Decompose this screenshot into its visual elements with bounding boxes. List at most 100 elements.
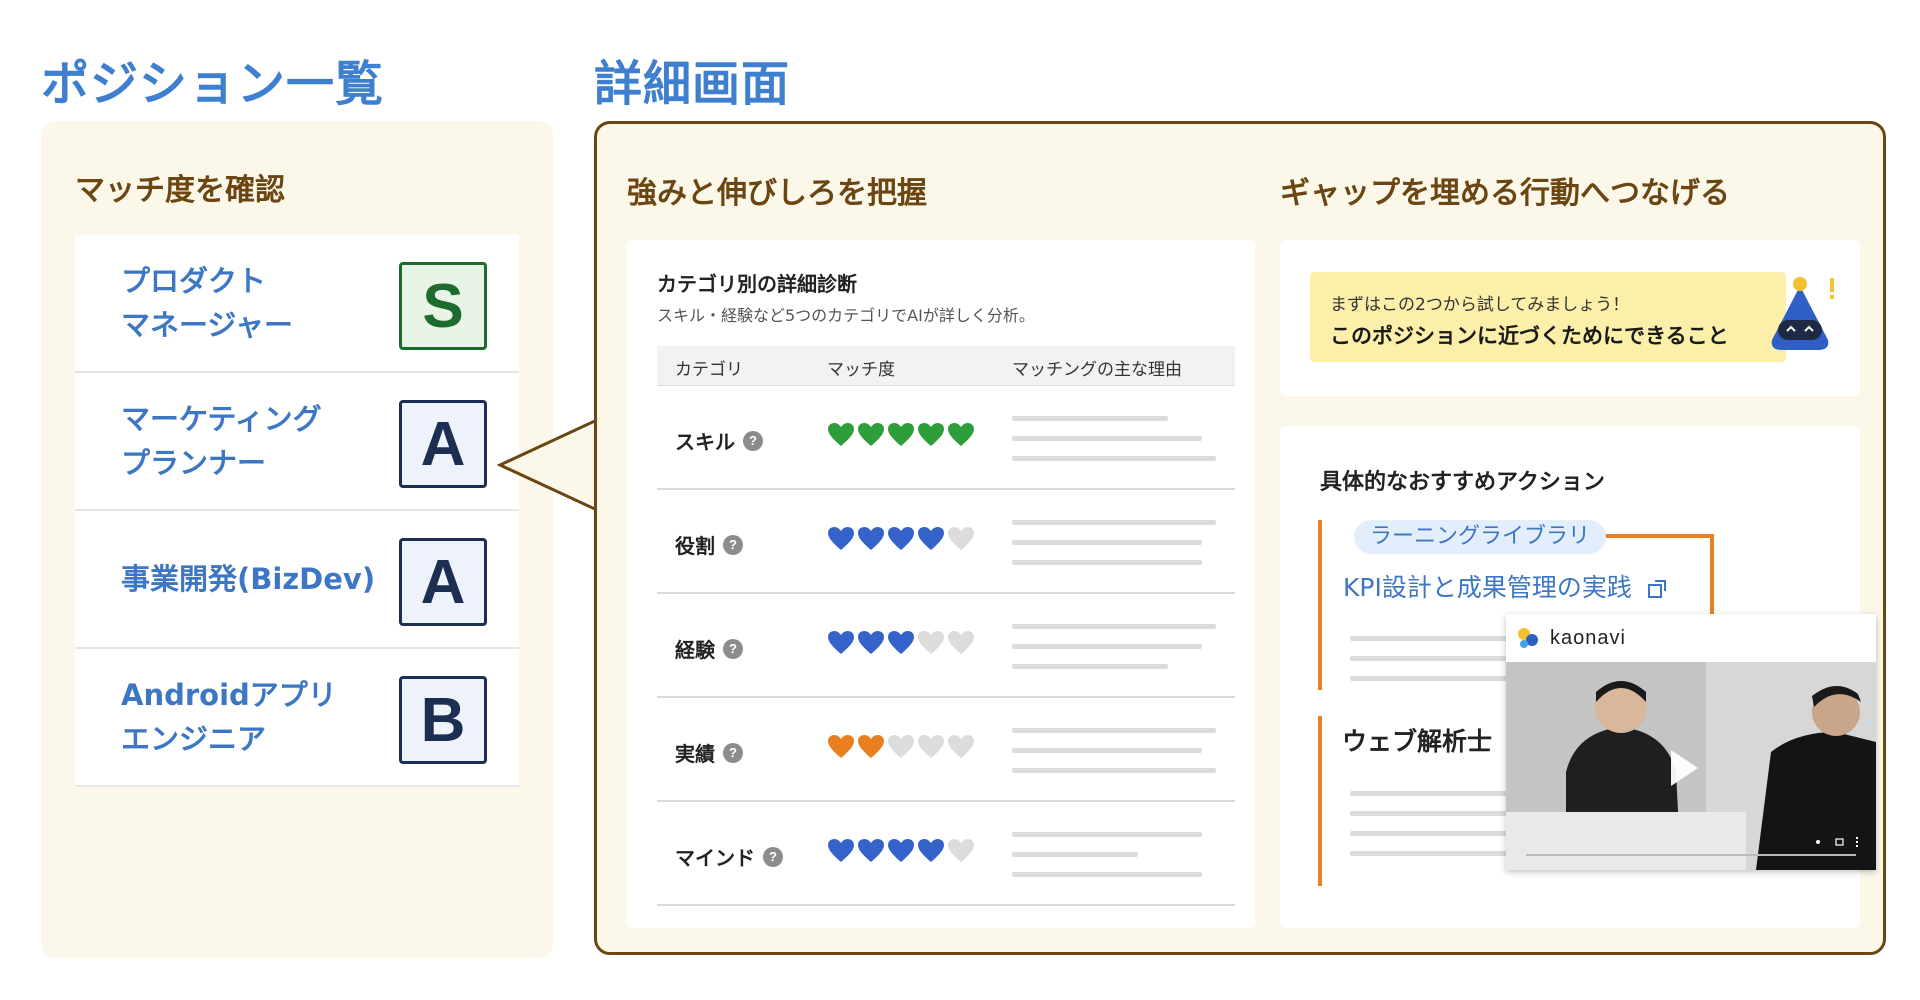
position-item-marketing-planner[interactable]: マーケティング プランナー A	[75, 373, 519, 511]
placeholder-line	[1012, 624, 1216, 629]
recommended-actions-card: 具体的なおすすめアクション ラーニングライブラリ KPI設計と成果管理の実践 ウ…	[1280, 426, 1876, 928]
placeholder-line	[1350, 656, 1510, 661]
rank-badge: B	[399, 676, 487, 764]
heart-filled-icon	[858, 423, 884, 446]
external-link-icon	[1647, 580, 1666, 598]
position-item-bizdev[interactable]: 事業開発(BizDev) A	[75, 511, 519, 649]
placeholder-line	[1350, 791, 1510, 796]
heart-empty-icon	[948, 735, 974, 758]
heart-filled-icon	[828, 423, 854, 446]
strengths-heading: 強みと伸びしろを把握	[627, 176, 927, 211]
heart-filled-icon	[858, 839, 884, 862]
heart-filled-icon	[828, 839, 854, 862]
help-icon[interactable]: ?	[723, 638, 743, 659]
heart-filled-icon	[918, 423, 944, 446]
diagnosis-table-header: カテゴリ マッチ度 マッチングの主な理由	[657, 346, 1235, 386]
heart-empty-icon	[918, 631, 944, 654]
placeholder-line	[1012, 852, 1138, 857]
placeholder-line	[1012, 456, 1216, 461]
video-thumbnail	[1506, 662, 1876, 870]
placeholder-line	[1350, 636, 1510, 641]
heart-empty-icon	[948, 631, 974, 654]
placeholder-line	[1012, 728, 1216, 733]
kaonavi-logo-icon	[1518, 628, 1538, 648]
heart-filled-icon	[918, 839, 944, 862]
heart-filled-icon	[888, 631, 914, 654]
position-list: プロダクト マネージャー S マーケティング プランナー A 事業開発(BizD…	[75, 235, 519, 787]
heart-filled-icon	[888, 839, 914, 862]
position-item-product-manager[interactable]: プロダクト マネージャー S	[75, 235, 519, 373]
heart-empty-icon	[888, 735, 914, 758]
rank-badge: A	[399, 538, 487, 626]
placeholder-line	[1012, 832, 1202, 837]
heart-filled-icon	[888, 423, 914, 446]
placeholder-line	[1350, 851, 1510, 856]
action-timeline-bar	[1318, 716, 1322, 886]
heart-filled-icon	[828, 631, 854, 654]
robot-mascot-icon	[1771, 277, 1834, 350]
library-course-link[interactable]: KPI設計と成果管理の実践	[1343, 568, 1668, 604]
placeholder-line	[1012, 768, 1216, 773]
position-list-heading: ポジション一覧	[41, 56, 385, 112]
category-name: スキル	[675, 430, 735, 454]
action-timeline-bar	[1318, 520, 1322, 690]
placeholder-line	[1012, 416, 1168, 421]
diagnosis-row: マインド?	[657, 802, 1235, 906]
connector-line	[1590, 534, 1714, 538]
column-category: カテゴリ	[675, 360, 743, 380]
video-player[interactable]: kaonavi	[1506, 614, 1876, 870]
gap-tip-card: まずはこの2つから試してみましょう！ このポジションに近づくためにできること	[1280, 240, 1860, 396]
placeholder-line	[1350, 831, 1510, 836]
help-icon[interactable]: ?	[723, 534, 743, 555]
category-name: 実績	[675, 742, 715, 766]
category-label: スキル?	[675, 426, 763, 455]
heart-filled-icon	[888, 527, 914, 550]
placeholder-line	[1012, 540, 1202, 545]
heart-filled-icon	[918, 527, 944, 550]
heart-empty-icon	[948, 527, 974, 550]
position-name: Androidアプリ エンジニア	[121, 678, 337, 756]
match-hearts	[827, 838, 975, 864]
heart-empty-icon	[948, 839, 974, 862]
category-diagnosis-card: カテゴリ別の詳細診断 スキル・経験など5つのカテゴリでAIが詳しく分析。 カテゴ…	[627, 240, 1255, 928]
match-hearts	[827, 734, 975, 760]
placeholder-line	[1350, 676, 1510, 681]
diagnosis-row: 役割?	[657, 490, 1235, 594]
column-match: マッチ度	[827, 360, 895, 380]
help-icon[interactable]: ?	[743, 430, 763, 451]
placeholder-line	[1012, 748, 1202, 753]
reason-placeholder	[1012, 520, 1216, 580]
category-label: 経験?	[675, 634, 743, 663]
detail-screen-heading: 詳細画面	[594, 56, 791, 112]
diagnosis-row: 実績?	[657, 698, 1235, 802]
match-hearts	[827, 422, 975, 448]
rank-badge: S	[399, 262, 487, 350]
heart-filled-icon	[828, 527, 854, 550]
category-name: 経験	[675, 638, 715, 662]
actions-title: 具体的なおすすめアクション	[1320, 470, 1605, 495]
placeholder-line	[1350, 811, 1510, 816]
placeholder-line	[1012, 436, 1202, 441]
placeholder-line	[1012, 664, 1168, 669]
heart-empty-icon	[918, 735, 944, 758]
reason-placeholder	[1012, 832, 1202, 892]
category-label: 実績?	[675, 738, 743, 767]
heart-filled-icon	[828, 735, 854, 758]
position-name: 事業開発(BizDev)	[121, 562, 376, 596]
reason-placeholder	[1012, 624, 1216, 684]
help-icon[interactable]: ?	[763, 846, 783, 867]
placeholder-line	[1012, 644, 1202, 649]
position-item-android-engineer[interactable]: Androidアプリ エンジニア B	[75, 649, 519, 787]
kaonavi-logo: kaonavi	[1516, 626, 1626, 650]
match-check-heading: マッチ度を確認	[75, 173, 285, 208]
speech-bubble-tail	[497, 420, 602, 510]
category-name: マインド	[675, 846, 755, 870]
heart-filled-icon	[858, 631, 884, 654]
category-label: 役割?	[675, 530, 743, 559]
match-hearts	[827, 526, 975, 552]
help-icon[interactable]: ?	[723, 742, 743, 763]
position-list-panel: マッチ度を確認 プロダクト マネージャー S マーケティング プランナー A 事…	[41, 121, 553, 958]
category-label: マインド?	[675, 842, 783, 871]
tip-box: まずはこの2つから試してみましょう！ このポジションに近づくためにできること	[1310, 272, 1786, 362]
column-reason: マッチングの主な理由	[1012, 360, 1182, 380]
